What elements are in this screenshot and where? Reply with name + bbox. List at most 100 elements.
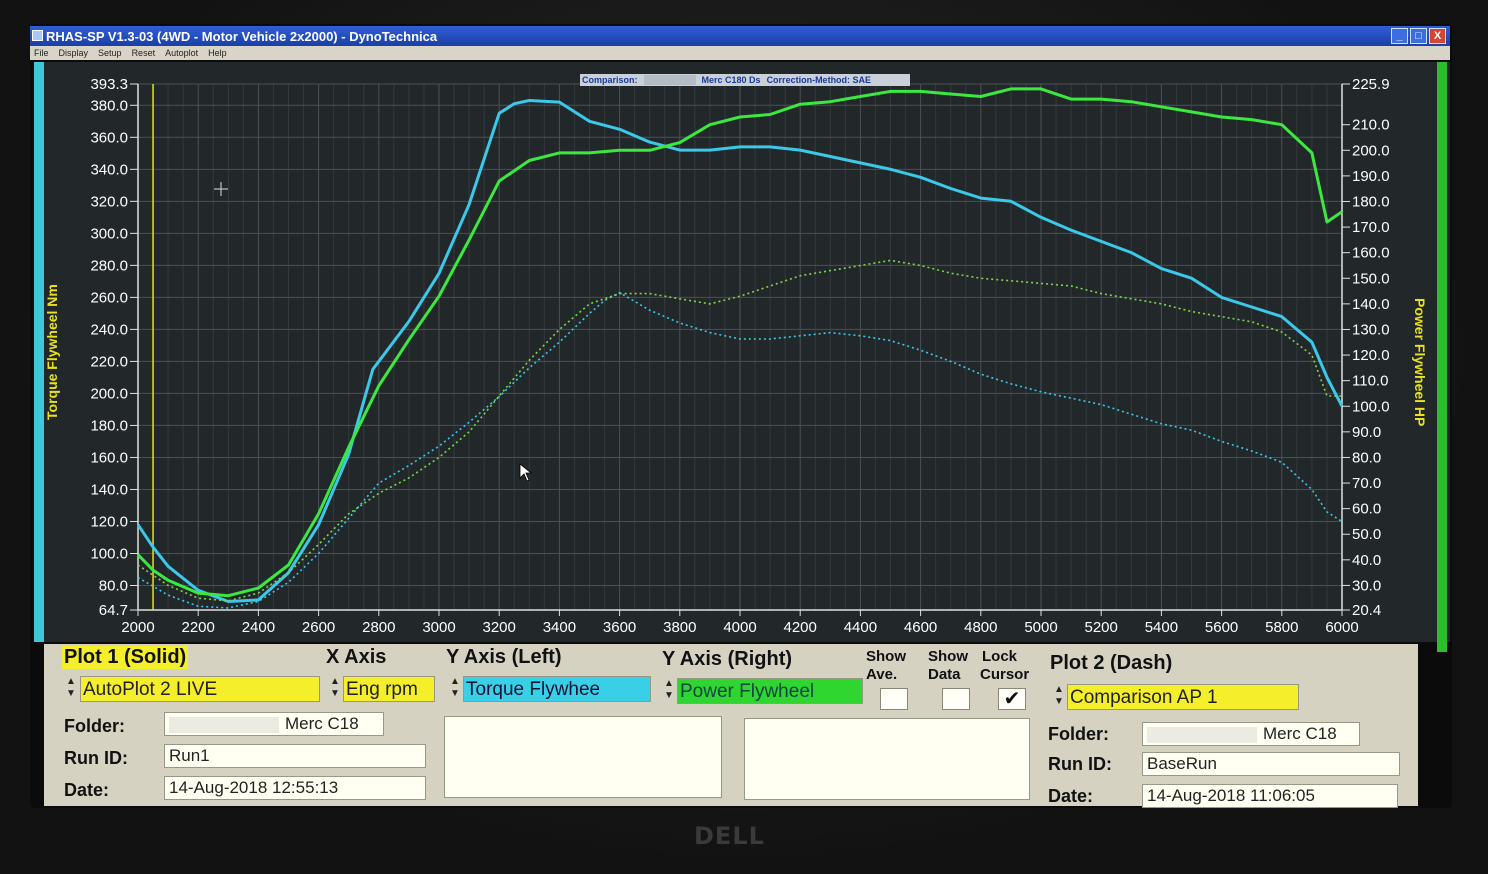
- left-tick-label: 160.0: [90, 449, 128, 466]
- close-button[interactable]: X: [1429, 28, 1446, 44]
- x-tick-label: 5400: [1145, 619, 1178, 636]
- comparison-label: Comparison:: [582, 75, 638, 85]
- menu-autoplot[interactable]: Autoplot: [165, 48, 198, 58]
- right-tick-label: 60.0: [1352, 501, 1381, 518]
- plot2-folder-value: Merc C18: [1263, 724, 1337, 743]
- dyno-chart[interactable]: 393.3 380.0 360.0 340.0 320.0 300.0 280.0 260.0…: [34, 62, 1450, 642]
- x-tick-label: 2200: [182, 619, 215, 636]
- right-axis-title: Power Flywheel HP: [1412, 298, 1428, 427]
- notes-box-2[interactable]: [744, 718, 1030, 800]
- x-axis-header: X Axis: [326, 646, 387, 668]
- correction-method: Correction-Method: SAE: [766, 75, 872, 85]
- maximize-button[interactable]: □: [1410, 28, 1427, 44]
- plot1-date-label: Date:: [64, 780, 110, 800]
- left-tick-label: 340.0: [90, 161, 128, 178]
- x-tick-label: 4800: [964, 619, 997, 636]
- menu-setup[interactable]: Setup: [98, 48, 122, 58]
- menu-display[interactable]: Display: [59, 48, 89, 58]
- left-tick-label: 200.0: [90, 385, 128, 402]
- y-left-spinner[interactable]: ▲ ▼: [448, 676, 462, 702]
- menu-help[interactable]: Help: [208, 48, 227, 58]
- right-tick-label: 110.0: [1352, 373, 1388, 390]
- plot1-folder-label: Folder:: [64, 716, 125, 736]
- plot1-folder-field[interactable]: Merc C18: [164, 712, 384, 736]
- y-right-spinner[interactable]: ▲ ▼: [662, 678, 676, 704]
- left-tick-label: 100.0: [90, 545, 128, 562]
- left-tick-label: 300.0: [90, 225, 128, 242]
- plot2-spinner[interactable]: ▲ ▼: [1052, 684, 1066, 710]
- right-tick-label: 170.0: [1352, 219, 1390, 236]
- x-tick-label: 5600: [1205, 619, 1238, 636]
- show-ave-label-1: Show: [866, 648, 906, 665]
- plot1-spinner[interactable]: ▲ ▼: [64, 676, 78, 702]
- x-tick-label: 5000: [1024, 619, 1057, 636]
- x-tick-label: 6000: [1325, 619, 1358, 636]
- left-tick-label: 320.0: [90, 193, 128, 210]
- blurred-folder-prefix: [169, 716, 279, 733]
- y-left-header: Y Axis (Left): [446, 646, 562, 668]
- plot2-runid-label: Run ID:: [1048, 754, 1112, 774]
- comparison-blurred-field: [643, 75, 696, 85]
- app-icon: [32, 30, 43, 41]
- left-tick-label: 380.0: [90, 97, 128, 114]
- plot2-folder-label: Folder:: [1048, 724, 1109, 744]
- window-title: RHAS-SP V1.3-03 (4WD - Motor Vehicle 2x2…: [46, 28, 438, 44]
- right-tick-label: 200.0: [1352, 142, 1390, 159]
- x-tick-label: 4200: [784, 619, 817, 636]
- show-data-checkbox[interactable]: [942, 688, 970, 710]
- x-tick-label: 5800: [1265, 619, 1298, 636]
- minimize-button[interactable]: _: [1391, 28, 1408, 44]
- y-right-select[interactable]: Power Flywheel: [677, 678, 863, 704]
- left-tick-label: 180.0: [90, 417, 128, 434]
- plot2-date-label: Date:: [1048, 786, 1094, 806]
- plot1-header: Plot 1 (Solid): [62, 646, 189, 669]
- y-right-header: Y Axis (Right): [662, 648, 793, 670]
- x-tick-label: 4400: [844, 619, 877, 636]
- menu-reset[interactable]: Reset: [132, 48, 156, 58]
- x-tick-label: 2400: [242, 619, 275, 636]
- plot2-runid-field[interactable]: BaseRun: [1142, 752, 1400, 776]
- right-tick-label: 40.0: [1352, 552, 1381, 569]
- left-tick-label: 280.0: [90, 257, 128, 274]
- comparison-vehicle: Merc C180 Ds: [701, 75, 761, 85]
- right-tick-label: 20.4: [1352, 602, 1381, 619]
- right-tick-label: 190.0: [1352, 168, 1390, 185]
- title-bar: RHAS-SP V1.3-03 (4WD - Motor Vehicle 2x2…: [30, 26, 1450, 46]
- menu-bar: File Display Setup Reset Autoplot Help: [30, 46, 1450, 60]
- y-left-select[interactable]: Torque Flywhee: [463, 676, 651, 702]
- plot1-date-field[interactable]: 14-Aug-2018 12:55:13: [164, 776, 426, 800]
- menu-file[interactable]: File: [34, 48, 49, 58]
- show-data-label-2: Data: [928, 666, 961, 683]
- left-tick-label: 80.0: [99, 578, 128, 595]
- x-axis-spinner[interactable]: ▲ ▼: [328, 676, 342, 702]
- plot2-folder-field[interactable]: Merc C18: [1142, 722, 1360, 746]
- right-tick-label: 80.0: [1352, 449, 1381, 466]
- lock-cursor-label-1: Lock: [982, 648, 1018, 665]
- plot1-runid-field[interactable]: Run1: [164, 744, 426, 768]
- right-tick-label: 130.0: [1352, 321, 1390, 338]
- notes-box-1[interactable]: [444, 716, 722, 798]
- plot1-source-select[interactable]: AutoPlot 2 LIVE: [80, 676, 320, 702]
- right-tick-label: 120.0: [1352, 347, 1390, 364]
- window-controls: _ □ X: [1391, 28, 1446, 44]
- plot1-folder-value: Merc C18: [285, 714, 359, 733]
- x-axis-select[interactable]: Eng rpm: [343, 676, 435, 702]
- right-tick-label: 140.0: [1352, 296, 1390, 313]
- plot2-date-field[interactable]: 14-Aug-2018 11:06:05: [1142, 784, 1398, 808]
- left-axis-title: Torque Flywheel Nm: [44, 284, 60, 420]
- right-tick-label: 210.0: [1352, 117, 1390, 134]
- left-tick-label: 260.0: [90, 289, 128, 306]
- right-tick-label: 30.0: [1352, 577, 1381, 594]
- right-tick-label: 180.0: [1352, 193, 1390, 210]
- lock-cursor-checkbox[interactable]: ✔: [998, 688, 1026, 710]
- show-ave-checkbox[interactable]: [880, 688, 908, 710]
- x-tick-label: 3600: [603, 619, 636, 636]
- x-tick-label: 3000: [422, 619, 455, 636]
- left-tick-label: 140.0: [90, 481, 128, 498]
- x-tick-label: 3400: [543, 619, 576, 636]
- right-tick-label: 90.0: [1352, 424, 1381, 441]
- x-tick-label: 2600: [302, 619, 335, 636]
- x-tick-label: 4000: [723, 619, 756, 636]
- plot2-header: Plot 2 (Dash): [1050, 652, 1173, 674]
- plot2-source-select[interactable]: Comparison AP 1: [1067, 684, 1299, 710]
